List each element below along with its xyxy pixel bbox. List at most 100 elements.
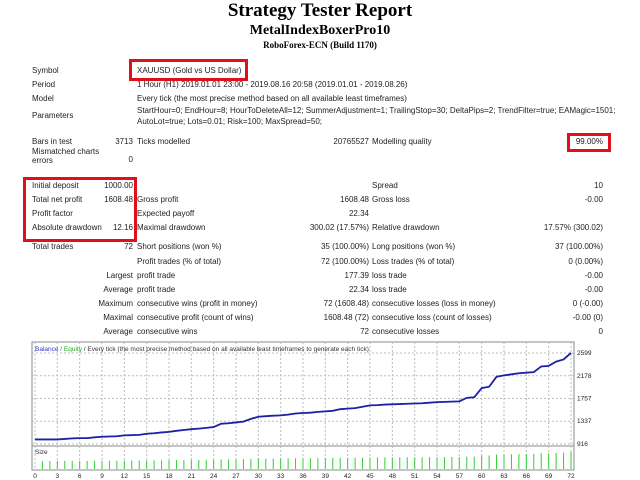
stat-l3: Modelling quality <box>372 137 432 146</box>
stat-v1: Largest <box>106 271 133 280</box>
stat-l2: consecutive profit (count of wins) <box>137 313 254 322</box>
period-value: 1 Hour (H1) 2019.01.01 23:00 - 2019.08.1… <box>137 80 408 89</box>
svg-text:Balance / Equity / Every tick: Balance / Equity / Every tick (the most … <box>35 346 369 353</box>
y-tick-label: 2178 <box>577 373 592 380</box>
stat-v1: Maximal <box>103 313 133 322</box>
x-tick-label: 3 <box>56 473 60 480</box>
legend-equity: Equity <box>64 346 83 353</box>
stat-l2: Short positions (won %) <box>137 242 222 251</box>
stat-v2: 177.39 <box>344 271 369 280</box>
x-tick-label: 21 <box>188 473 196 480</box>
x-tick-label: 66 <box>523 473 531 480</box>
stat-v3: -0.00 <box>584 195 603 204</box>
stat-l2: Expected payoff <box>137 209 195 218</box>
x-tick-label: 63 <box>500 473 508 480</box>
highlight-symbol <box>129 59 248 81</box>
stat-v3: -0.00 <box>584 271 603 280</box>
x-tick-label: 30 <box>255 473 263 480</box>
stat-v2: 1608.48 <box>340 195 369 204</box>
y-tick-label: 916 <box>577 441 588 448</box>
stat-v3: 0 (-0.00) <box>572 299 603 308</box>
legend-description: / Every tick (the most precise method ba… <box>82 346 369 353</box>
stat-l1: Bars in test <box>32 137 73 146</box>
symbol-label: Symbol <box>32 66 59 75</box>
broker-name: RoboForex-ECN (Build 1170) <box>263 40 377 50</box>
x-tick-label: 45 <box>366 473 374 480</box>
stat-v3: 0 (0.00%) <box>568 257 603 266</box>
y-tick-label: 1337 <box>577 418 592 425</box>
stat-l3: consecutive losses <box>372 327 440 336</box>
x-tick-label: 33 <box>277 473 285 480</box>
stat-v3: 17.57% (300.02) <box>543 223 603 232</box>
x-tick-label: 54 <box>433 473 441 480</box>
x-tick-label: 36 <box>299 473 307 480</box>
stat-l3: loss trade <box>372 285 407 294</box>
stat-v1: Average <box>103 327 133 336</box>
y-tick-label: 2599 <box>577 350 592 357</box>
size-label: Size <box>35 449 48 456</box>
parameters-line1: StartHour=0; EndHour=8; HourToDeleteAll=… <box>137 106 616 115</box>
x-tick-label: 12 <box>121 473 129 480</box>
x-tick-label: 57 <box>456 473 464 480</box>
highlight-quality <box>567 133 611 152</box>
model-label: Model <box>32 94 54 103</box>
stat-l2: Gross profit <box>137 195 179 204</box>
stat-v2: 72 (1608.48) <box>323 299 369 308</box>
stat-v1: 72 <box>124 242 133 251</box>
stat-l3: Relative drawdown <box>372 223 440 232</box>
stat-l2: Ticks modelled <box>137 137 191 146</box>
x-tick-label: 51 <box>411 473 419 480</box>
stat-l2: profit trade <box>137 285 176 294</box>
stat-l3: Loss trades (% of total) <box>372 257 455 266</box>
x-tick-label: 15 <box>143 473 151 480</box>
stat-v3: 0 <box>598 327 603 336</box>
parameters-line2: AutoLot=true; Lots=0.01; Risk=100; MaxSp… <box>137 117 323 126</box>
stat-v2: 22.34 <box>348 285 369 294</box>
x-tick-label: 72 <box>567 473 575 480</box>
x-tick-label: 39 <box>322 473 330 480</box>
x-tick-label: 60 <box>478 473 486 480</box>
stat-v2: 35 (100.00%) <box>320 242 369 251</box>
stat-v2: 72 (100.00%) <box>320 257 369 266</box>
stat-l3: consecutive loss (count of losses) <box>372 313 492 322</box>
stat-l3: consecutive losses (loss in money) <box>372 299 496 308</box>
stat-l2: consecutive wins <box>137 327 198 336</box>
stat-l3: Spread <box>372 181 398 190</box>
stat-v2: 300.02 (17.57%) <box>309 223 369 232</box>
x-tick-label: 24 <box>210 473 218 480</box>
stat-v2: 22.34 <box>348 209 369 218</box>
stat-v1: Maximum <box>98 299 133 308</box>
x-tick-label: 18 <box>165 473 173 480</box>
stat-l2: Profit trades (% of total) <box>137 257 222 266</box>
stat-v2: 72 <box>360 327 369 336</box>
stat-v1: 0 <box>128 155 133 164</box>
parameters-label: Parameters <box>32 111 74 120</box>
highlight-deposit-profit <box>23 177 137 242</box>
stat-v1: Average <box>103 285 133 294</box>
stat-v3: 37 (100.00%) <box>554 242 603 251</box>
expert-name: MetalIndexBoxerPro10 <box>249 23 391 38</box>
x-tick-label: 48 <box>389 473 397 480</box>
x-tick-label: 69 <box>545 473 553 480</box>
period-label: Period <box>32 80 56 89</box>
stat-v2: 1608.48 (72) <box>323 313 369 322</box>
balance-chart: 0 3 6 9 12 15 18 21 24 27 30 33 36 39 42 45 48 51 54 57 60 63… <box>31 341 592 480</box>
legend-balance: Balance <box>35 346 59 353</box>
stat-l3: Long positions (won %) <box>372 242 456 251</box>
y-tick-label: 1757 <box>577 396 592 403</box>
stat-v3: -0.00 (0) <box>572 313 603 322</box>
report-title: Strategy Tester Report <box>227 0 413 21</box>
stat-l1: Mismatched charts errors <box>32 147 100 165</box>
stat-v1: 3713 <box>115 137 133 146</box>
stat-l2: profit trade <box>137 271 176 280</box>
x-tick-label: 27 <box>232 473 240 480</box>
x-tick-label: 42 <box>344 473 352 480</box>
x-tick-label: 6 <box>78 473 82 480</box>
model-value: Every tick (the most precise method base… <box>137 94 407 103</box>
stat-v2: 20765527 <box>333 137 369 146</box>
stat-l2: Maximal drawdown <box>137 223 206 232</box>
stat-l3: loss trade <box>372 271 407 280</box>
x-tick-label: 0 <box>33 473 37 480</box>
stat-l1: Total trades <box>32 242 74 251</box>
stat-l3: Gross loss <box>372 195 410 204</box>
